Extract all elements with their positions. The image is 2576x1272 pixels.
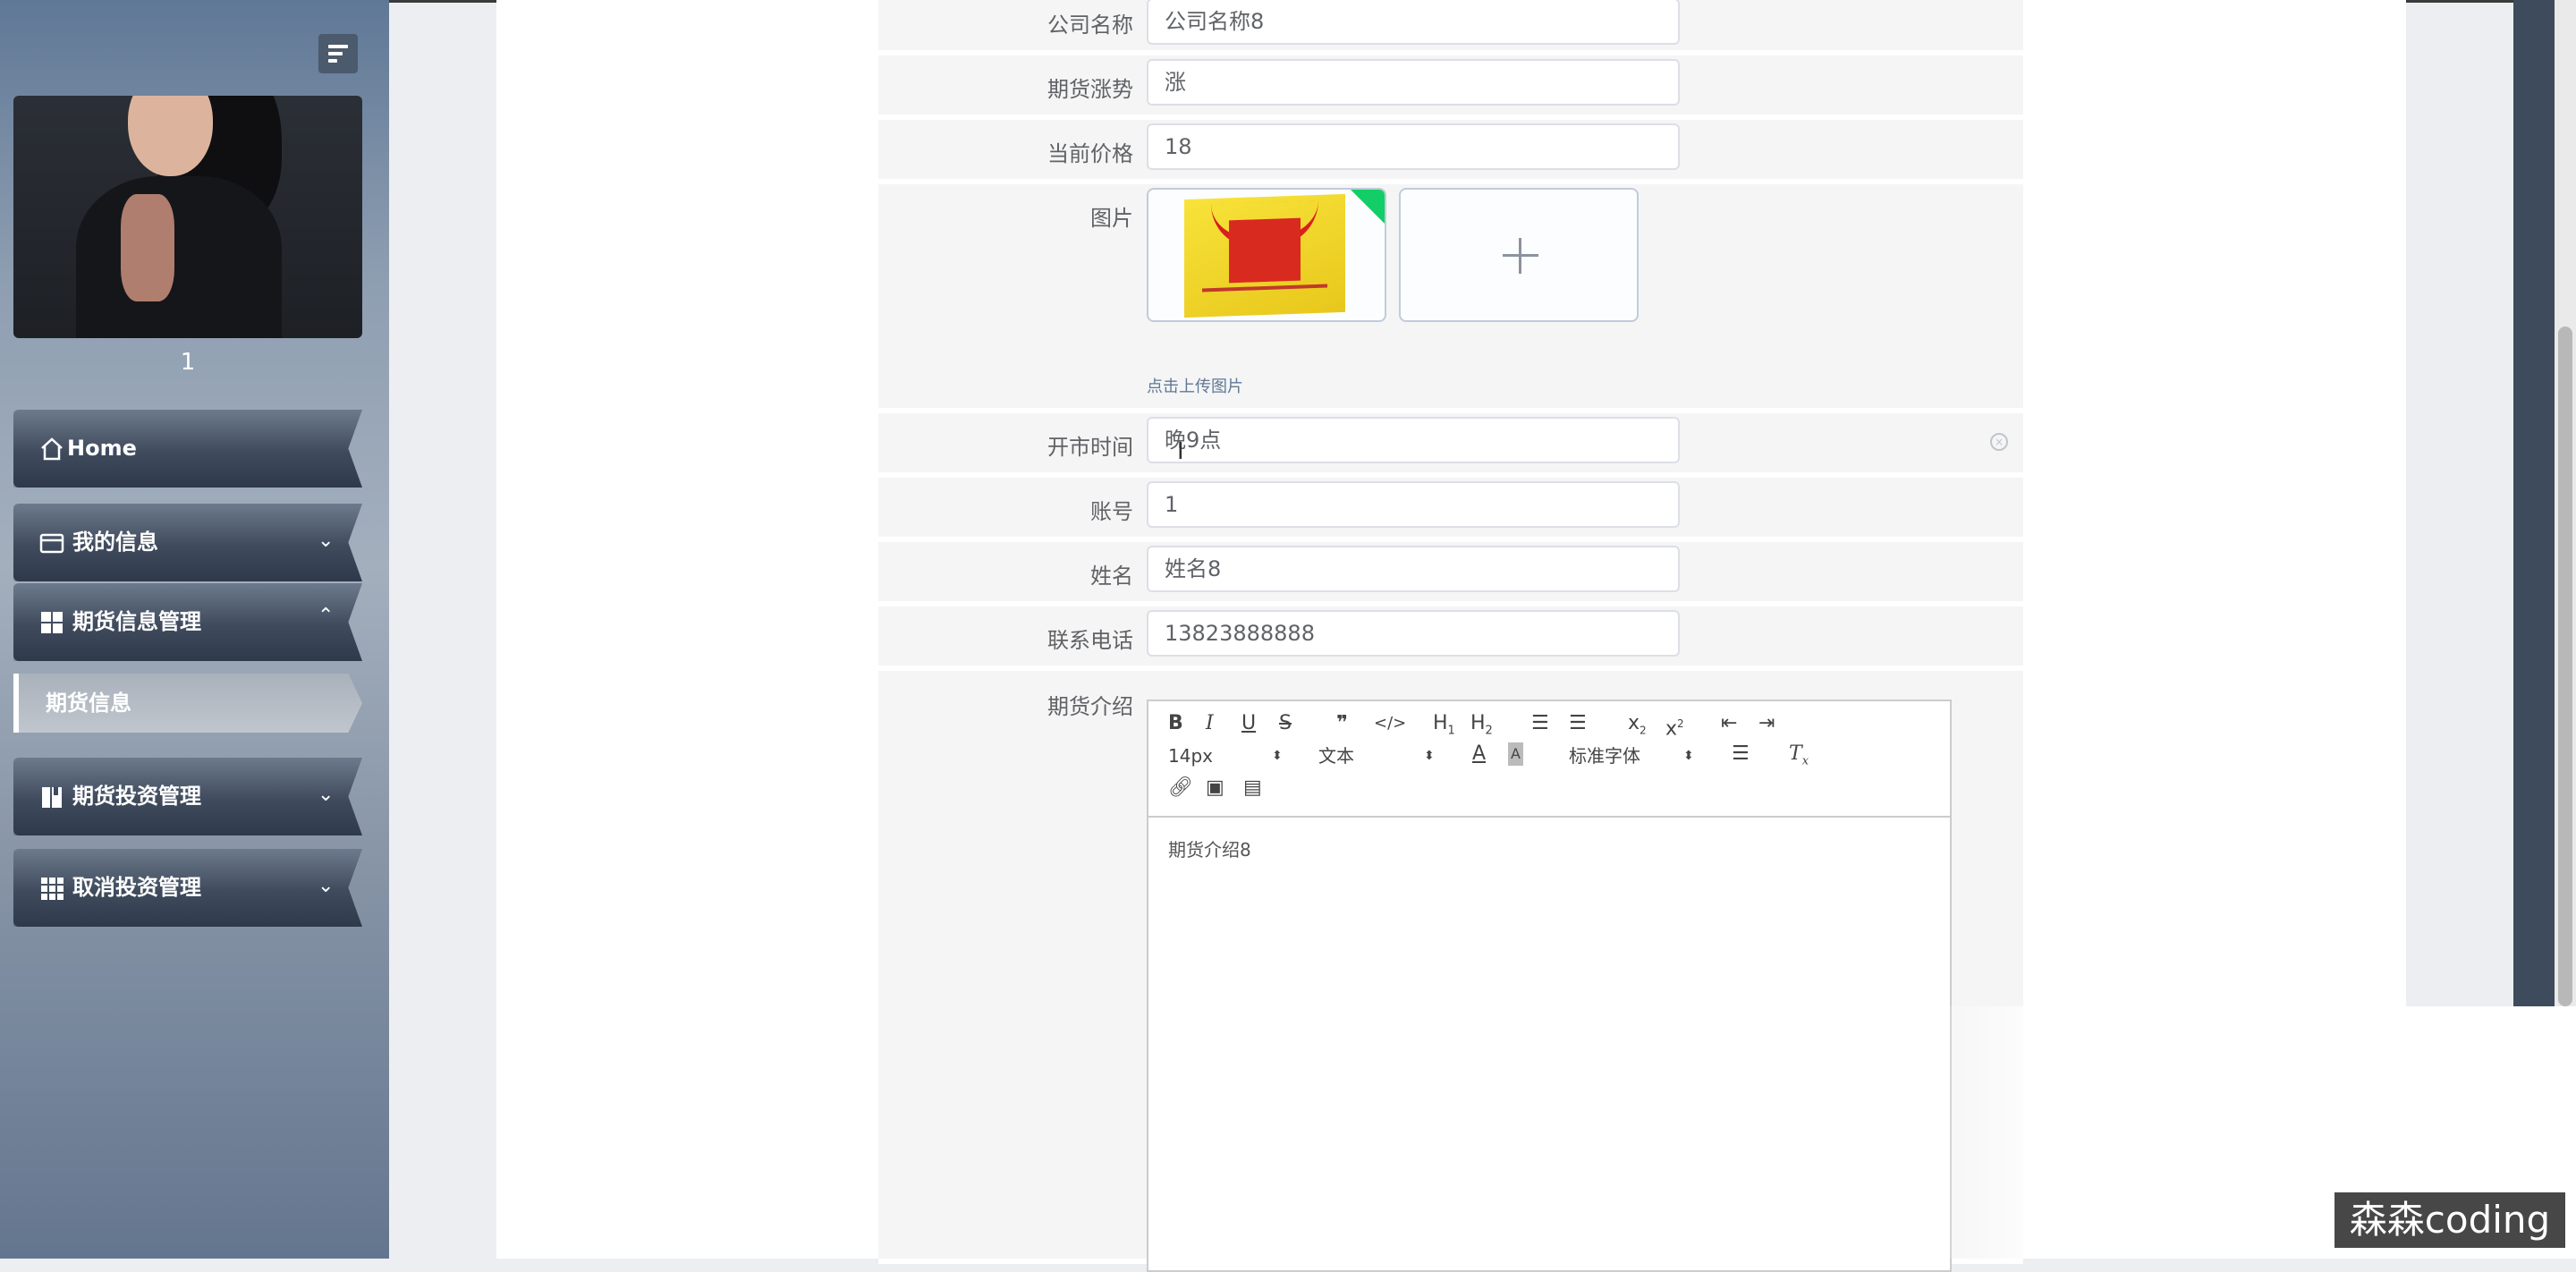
form-row-name: 姓名 姓名8 <box>878 542 2023 606</box>
account-input[interactable]: 1 <box>1147 481 1680 528</box>
username: 1 <box>180 349 196 376</box>
company-label: 公司名称 <box>1047 13 1133 38</box>
menu-toggle-icon[interactable] <box>318 34 358 73</box>
chevron-down-icon: ⌄ <box>318 530 335 552</box>
video-icon[interactable]: ▤ <box>1243 776 1262 800</box>
font-size-select[interactable]: 14px <box>1168 744 1213 767</box>
form-row-intro: 期货介绍 B I U S ❞ </> H1 H2 ☰ ☰ x2 x2 ⇤ ⇥ 1… <box>878 671 2023 1272</box>
home-icon <box>41 437 63 461</box>
block-type-select[interactable]: 文本 <box>1318 744 1354 767</box>
heading2-icon[interactable]: H2 <box>1470 712 1493 742</box>
image-icon[interactable]: ▣ <box>1206 776 1224 800</box>
nav-item-futures-investment-mgmt[interactable]: 期货投资管理 ⌄ <box>13 758 362 835</box>
upload-add-button[interactable] <box>1399 188 1639 322</box>
nav-item-futures-info-mgmt[interactable]: 期货信息管理 ⌃ <box>13 583 362 661</box>
price-input[interactable]: 18 <box>1147 123 1680 170</box>
strikethrough-icon[interactable]: S <box>1279 712 1292 735</box>
book-cover-image <box>1184 193 1345 318</box>
nav-label: 取消投资管理 <box>72 875 201 900</box>
apps-icon <box>41 878 64 900</box>
sidebar: 1 Home 我的信息 ⌄ 期货信息管理 ⌃ 期货信息 期货投资管理 ⌄ 取消投… <box>0 0 389 1259</box>
form-row-account: 账号 1 <box>878 478 2023 542</box>
select-arrows-icon: ⬍ <box>1424 749 1435 763</box>
bullet-list-icon[interactable]: ☰ <box>1569 712 1587 735</box>
blockquote-icon[interactable]: ❞ <box>1336 712 1348 735</box>
intro-label: 期货介绍 <box>1047 694 1133 719</box>
clear-format-icon[interactable]: Tx <box>1789 742 1809 773</box>
nav-sub-label: 期货信息 <box>46 691 131 716</box>
book-icon <box>42 787 62 808</box>
company-input[interactable]: 公司名称8 <box>1147 0 1680 45</box>
card-icon <box>39 533 64 554</box>
phone-label: 联系电话 <box>1047 628 1133 653</box>
open-time-label: 开市时间 <box>1047 435 1133 460</box>
trend-input[interactable]: 涨 <box>1147 59 1680 106</box>
form-row-open-time: 开市时间 晚9点 × <box>878 413 2023 478</box>
editor-content[interactable]: 期货介绍8 <box>1168 835 1251 861</box>
align-icon[interactable]: ☰ <box>1732 742 1750 766</box>
heading1-icon[interactable]: H1 <box>1433 712 1455 742</box>
upload-success-badge <box>1349 190 1385 225</box>
rich-text-editor: B I U S ❞ </> H1 H2 ☰ ☰ x2 x2 ⇤ ⇥ 14px ⬍… <box>1147 700 1952 1272</box>
bold-icon[interactable]: B <box>1168 712 1183 735</box>
grid-icon <box>41 612 63 633</box>
link-icon[interactable]: 🔗︎ <box>1168 776 1193 800</box>
scrollbar-thumb[interactable] <box>2558 326 2572 1006</box>
image-label: 图片 <box>1090 206 1133 231</box>
select-arrows-icon: ⬍ <box>1683 749 1694 763</box>
form-row-image: 图片 点击上传图片 <box>878 184 2023 413</box>
watermark: 森森coding <box>2334 1192 2565 1248</box>
chevron-down-icon: ⌄ <box>318 875 335 897</box>
font-color-icon[interactable]: A <box>1472 742 1486 766</box>
nav-item-home[interactable]: Home <box>13 410 362 488</box>
outdent-icon[interactable]: ⇤ <box>1721 712 1737 735</box>
superscript-icon[interactable]: x2 <box>1665 712 1684 741</box>
clear-icon[interactable]: × <box>1990 433 2008 451</box>
text-cursor-icon: I <box>1177 438 1184 465</box>
underline-icon[interactable]: U <box>1241 712 1256 735</box>
nav-label: 我的信息 <box>72 530 158 555</box>
trend-label: 期货涨势 <box>1047 77 1133 102</box>
name-input[interactable]: 姓名8 <box>1147 546 1680 592</box>
indent-icon[interactable]: ⇥ <box>1758 712 1775 735</box>
editor-toolbar: B I U S ❞ </> H1 H2 ☰ ☰ x2 x2 ⇤ ⇥ 14px ⬍… <box>1148 701 1950 818</box>
nav-item-my-info[interactable]: 我的信息 ⌄ <box>13 504 362 581</box>
select-arrows-icon: ⬍ <box>1272 749 1283 763</box>
edit-form: 公司名称 公司名称8 期货涨势 涨 当前价格 18 图片 点击上传图片 开市时间… <box>878 0 2023 1272</box>
background-color-icon[interactable]: A <box>1508 742 1523 766</box>
avatar <box>13 96 362 338</box>
chevron-up-icon: ⌃ <box>318 605 335 627</box>
phone-input[interactable]: 13823888888 <box>1147 610 1680 657</box>
name-label: 姓名 <box>1090 564 1133 589</box>
chevron-down-icon: ⌄ <box>318 784 335 806</box>
nav-subitem-futures-info[interactable]: 期货信息 <box>13 674 362 733</box>
nav-label: 期货投资管理 <box>72 784 201 809</box>
account-label: 账号 <box>1090 499 1133 524</box>
subscript-icon[interactable]: x2 <box>1628 712 1647 742</box>
font-family-select[interactable]: 标准字体 <box>1569 744 1640 767</box>
form-row-company: 公司名称 公司名称8 <box>878 0 2023 55</box>
form-row-price: 当前价格 18 <box>878 120 2023 184</box>
nav-label: 期货信息管理 <box>72 609 201 634</box>
nav-label: Home <box>67 436 137 461</box>
form-row-trend: 期货涨势 涨 <box>878 55 2023 120</box>
italic-icon[interactable]: I <box>1206 712 1214 735</box>
upload-hint: 点击上传图片 <box>1147 377 1243 396</box>
code-icon[interactable]: </> <box>1374 712 1406 735</box>
form-row-phone: 联系电话 13823888888 <box>878 606 2023 671</box>
uploaded-image-thumbnail[interactable] <box>1147 188 1386 322</box>
nav-item-cancel-investment-mgmt[interactable]: 取消投资管理 ⌄ <box>13 849 362 927</box>
ordered-list-icon[interactable]: ☰ <box>1531 712 1549 735</box>
price-label: 当前价格 <box>1047 141 1133 166</box>
open-time-input[interactable]: 晚9点 <box>1147 417 1680 463</box>
